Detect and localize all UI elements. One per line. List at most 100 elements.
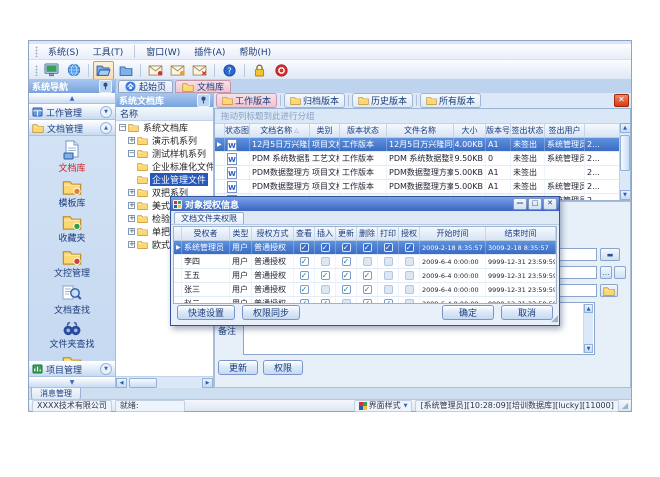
perm-sync-button[interactable]: 权限同步 (242, 305, 300, 320)
toolbar-grip[interactable] (35, 65, 38, 76)
column-header-更新[interactable]: 更新 (336, 227, 357, 240)
tree-node[interactable]: +演示机系列 (116, 134, 213, 147)
collapse-icon[interactable]: − (128, 150, 135, 157)
expand-icon[interactable]: + (128, 202, 135, 209)
tree-column-header[interactable]: 名称 (116, 107, 213, 121)
expand-icon[interactable]: + (128, 137, 135, 144)
version-tab-归档版本[interactable]: 归档版本 (284, 93, 345, 108)
folder-blue-button[interactable] (115, 61, 136, 80)
sidebar-item-模板库[interactable]: 模板库 (58, 179, 85, 209)
dialog-tab-permissions[interactable]: 文档文件夹权限 (174, 212, 244, 224)
column-header-受权者[interactable]: 受权者 (182, 227, 230, 240)
menu-item[interactable]: 窗口(W) (140, 44, 186, 59)
column-header-状态图[interactable]: 状态图 (225, 124, 250, 137)
perm-view-checkbox[interactable]: ✓ (300, 271, 309, 280)
version-tab-工作版本[interactable]: 工作版本 (216, 93, 277, 108)
column-header-大小[interactable]: 大小 (454, 124, 486, 137)
column-header-授权[interactable]: 授权 (399, 227, 420, 240)
maximize-button[interactable]: □ (528, 198, 542, 210)
power-button[interactable] (271, 61, 292, 80)
pin-icon[interactable] (99, 80, 112, 93)
perm-update-checkbox[interactable]: ✓ (342, 285, 351, 294)
mail-new-button[interactable] (145, 61, 166, 80)
pin-icon[interactable] (197, 94, 210, 107)
dialog-title-bar[interactable]: 对象授权信息 —□✕ (171, 197, 559, 211)
collapse-icon[interactable]: − (119, 124, 126, 131)
table-vertical-scrollbar[interactable]: ▲ ▼ (619, 123, 630, 200)
scroll-down-icon[interactable]: ▼ (620, 190, 631, 200)
globe-button[interactable] (63, 61, 84, 80)
scroll-down-icon[interactable]: ▼ (584, 344, 593, 353)
perm-print-checkbox[interactable]: ✓ (384, 243, 393, 252)
dialog-resize-grip[interactable]: ◢ (551, 315, 558, 324)
folder-open-button[interactable] (93, 61, 114, 80)
close-button[interactable]: ✕ (543, 198, 557, 210)
tree-horizontal-scrollbar[interactable]: ◀ ▶ (116, 376, 213, 388)
tab-起始页[interactable]: 起始页 (118, 80, 173, 93)
column-header-版本号[interactable]: 版本号 (486, 124, 511, 137)
menu-item[interactable]: 工具(T) (87, 44, 130, 59)
perm-update-checkbox[interactable]: ✓ (342, 243, 351, 252)
perm-insert-checkbox[interactable] (321, 285, 330, 294)
close-icon[interactable]: ✕ (614, 94, 629, 107)
scroll-right-icon[interactable]: ▶ (202, 378, 213, 388)
update-button[interactable]: 更新 (218, 360, 258, 375)
textarea-scrollbar[interactable]: ▲ ▼ (583, 304, 593, 353)
permission-row[interactable]: 李四用户普通授权✓✓2009-6-4 0:00:009999-12-31 23:… (174, 255, 556, 269)
permission-row[interactable]: 张三用户普通授权✓✓✓2009-6-4 0:00:009999-12-31 23… (174, 283, 556, 297)
sidebar-item-文档库[interactable]: 文档库 (58, 140, 85, 174)
chevron-icon[interactable]: ▼ (100, 363, 112, 375)
sidebar-item-文控管理[interactable]: 文控管理 (54, 249, 90, 279)
perm-view-checkbox[interactable]: ✓ (300, 285, 309, 294)
scroll-up-icon[interactable]: ▲ (584, 304, 593, 313)
tree-node[interactable]: −系统文档库 (116, 121, 213, 134)
expand-icon[interactable]: + (128, 189, 135, 196)
detail-field-1-button[interactable]: ▬ (600, 248, 620, 261)
version-tab-历史版本[interactable]: 历史版本 (352, 93, 413, 108)
version-tab-所有版本[interactable]: 所有版本 (420, 93, 481, 108)
tree-node[interactable]: 企业标准化文件 (116, 160, 213, 173)
menu-item[interactable]: 插件(A) (188, 44, 231, 59)
tab-文档库[interactable]: 文档库 (175, 80, 231, 93)
column-header-结束时间[interactable]: 结束时间 (486, 227, 556, 240)
detail-field-2-button[interactable] (614, 266, 626, 279)
sidebar-group-工作管理[interactable]: 工作管理▼ (29, 104, 115, 120)
perm-insert-checkbox[interactable]: ✓ (321, 271, 330, 280)
expand-icon[interactable]: + (128, 228, 135, 235)
table-row[interactable]: WPDM数据整理方案.doc项目文档工作版本PDM数据整理方案.doc95.00… (215, 166, 630, 180)
scroll-up-icon[interactable]: ▲ (620, 123, 631, 133)
quick-set-button[interactable]: 快速设置 (177, 305, 235, 320)
expand-icon[interactable]: + (128, 241, 135, 248)
column-header-授权方式[interactable]: 授权方式 (252, 227, 294, 240)
perm-grant-checkbox[interactable] (405, 271, 414, 280)
perm-delete-checkbox[interactable]: ✓ (363, 243, 372, 252)
sidebar-scroll-up[interactable]: ▲ (29, 93, 115, 104)
column-header-ind[interactable] (215, 124, 225, 137)
resize-grip-icon[interactable]: ◢ (622, 402, 628, 410)
table-row[interactable]: WPDM 系统数据整理检...工艺文档工作版本PDM 系统数据整理...49.5… (215, 152, 630, 166)
help-button[interactable]: ? (219, 61, 240, 80)
toolbar-grip[interactable] (35, 46, 38, 57)
perm-update-checkbox[interactable]: ✓ (342, 271, 351, 280)
scroll-left-icon[interactable]: ◀ (116, 378, 127, 388)
table-row[interactable]: WPDM数据整理方案2.doc项目文档工作版本PDM数据整理方案2.doc95.… (215, 180, 630, 194)
permission-row[interactable]: 赵二用户普通授权✓✓✓✓2009-6-4 0:00:009999-12-31 2… (174, 297, 556, 304)
perm-print-checkbox[interactable] (384, 285, 393, 294)
perm-print-checkbox[interactable] (384, 257, 393, 266)
perm-insert-checkbox[interactable] (321, 257, 330, 266)
column-header-文件名称[interactable]: 文件名称 (387, 124, 454, 137)
perm-insert-checkbox[interactable]: ✓ (321, 243, 330, 252)
column-header-extra[interactable] (585, 124, 621, 137)
mail-open-button[interactable] (167, 61, 188, 80)
perm-view-checkbox[interactable]: ✓ (300, 243, 309, 252)
menu-item[interactable]: 系统(S) (42, 44, 85, 59)
ok-button[interactable]: 确定 (442, 305, 494, 320)
permission-button[interactable]: 权限 (263, 360, 303, 375)
column-header-签出用户[interactable]: 签出用户 (545, 124, 585, 137)
column-header-类型[interactable]: 类型 (230, 227, 252, 240)
table-row[interactable]: ▶W12月5日万兴隆同行...项目文档工作版本12月5日万兴隆同行...334.… (215, 138, 630, 152)
column-header-文档名称[interactable]: 文档名称△ (250, 124, 310, 137)
column-header-打印[interactable]: 打印 (378, 227, 399, 240)
perm-grant-checkbox[interactable] (405, 257, 414, 266)
sidebar-group-文档管理[interactable]: 文档管理▲ (29, 120, 115, 136)
